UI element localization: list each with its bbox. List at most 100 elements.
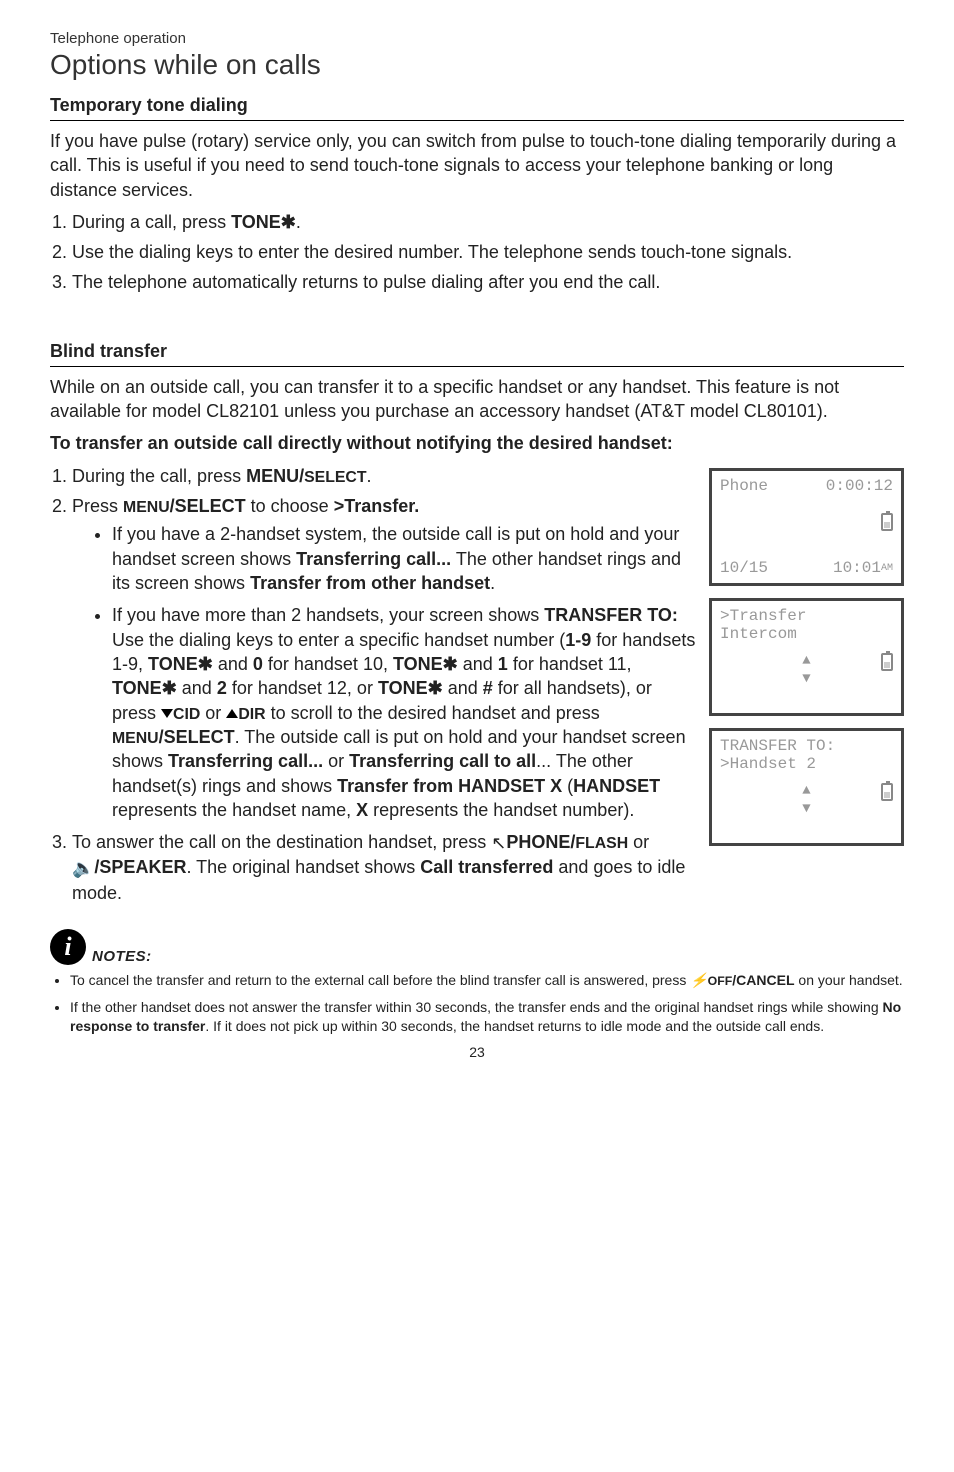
lcd-line1: >Transfer: [720, 607, 893, 625]
text: to choose: [246, 496, 334, 516]
text: If the other handset does not answer the…: [70, 999, 883, 1015]
menu-choice-transfer: >Transfer.: [334, 496, 420, 516]
text: represents the handset name,: [112, 800, 356, 820]
text: .: [490, 573, 495, 593]
screen-transferring: Transferring call...: [296, 549, 451, 569]
text: for handset 11,: [508, 654, 632, 674]
key-hash: #: [483, 678, 493, 698]
key-menu2: MENU: [112, 730, 159, 747]
text: Use the dialing keys to enter a specific…: [112, 630, 565, 650]
updown-icon: ▲▼: [802, 783, 810, 817]
step-bt-3: To answer the call on the destination ha…: [72, 830, 697, 905]
key-select3: /SELECT: [159, 727, 235, 747]
text: to scroll to the desired handset and pre…: [266, 703, 600, 723]
bullet-2hs: If you have a 2-handset system, the outs…: [112, 522, 697, 595]
lcd-line2: Intercom: [720, 625, 893, 643]
text: . The original handset shows: [186, 857, 420, 877]
page-number: 23: [50, 1044, 904, 1060]
placeholder-x: X: [356, 800, 368, 820]
screen-call-transferred: Call transferred: [420, 857, 553, 877]
text: .: [296, 212, 301, 232]
screen-transfer-from: Transfer from other handset: [250, 573, 490, 593]
step-tone-3: The telephone automatically returns to p…: [72, 270, 904, 294]
lcd-line2: >Handset 2: [720, 755, 893, 773]
note-1: To cancel the transfer and return to the…: [70, 971, 904, 990]
text: .: [367, 466, 372, 486]
text: During the call, press: [72, 466, 246, 486]
para-blind-intro: While on an outside call, you can transf…: [50, 375, 904, 424]
star-icon: ✱: [198, 654, 213, 674]
text: for handset 12, or: [227, 678, 378, 698]
battery-icon: [881, 653, 893, 671]
placeholder-handset: HANDSET: [573, 776, 660, 796]
battery-icon: [881, 783, 893, 801]
keys-1-9: 1-9: [565, 630, 591, 650]
lcd-label: Phone: [720, 477, 768, 495]
subhead-transfer-direct: To transfer an outside call directly wit…: [50, 431, 904, 455]
lcd-time: 10:01: [833, 559, 881, 577]
step-tone-1: During a call, press TONE✱.: [72, 210, 904, 234]
text: and: [213, 654, 253, 674]
hangup-icon: ⚡: [690, 972, 707, 988]
key-tone3: TONE: [393, 654, 443, 674]
key-off: OFF: [708, 974, 733, 988]
text: To answer the call on the destination ha…: [72, 832, 491, 852]
up-arrow-icon: [226, 709, 238, 718]
lcd-line1: TRANSFER TO:: [720, 737, 893, 755]
battery-icon: [881, 513, 893, 531]
key-select: SELECT: [304, 469, 366, 486]
heading-temporary-tone: Temporary tone dialing: [50, 95, 904, 121]
notes-label: NOTES:: [92, 948, 152, 965]
key-0: 0: [253, 654, 263, 674]
info-icon: i: [50, 929, 86, 965]
key-tone4: TONE: [112, 678, 162, 698]
page-title: Options while on calls: [50, 49, 904, 81]
text: represents the handset number).: [368, 800, 634, 820]
lcd-ampm: AM: [881, 563, 893, 574]
key-cid: CID: [173, 706, 200, 723]
screen-transferring2: Transferring call...: [168, 751, 323, 771]
key-cancel: /CANCEL: [732, 972, 794, 988]
text: Press: [72, 496, 123, 516]
lcd-timer: 0:00:12: [826, 477, 893, 495]
key-tone2: TONE: [148, 654, 198, 674]
updown-icon: ▲▼: [802, 653, 810, 687]
star-icon: ✱: [428, 678, 443, 698]
heading-blind-transfer: Blind transfer: [50, 341, 904, 367]
speaker-icon: 🔈: [72, 858, 94, 878]
step-tone-2: Use the dialing keys to enter the desire…: [72, 240, 904, 264]
text: and: [458, 654, 498, 674]
key-1: 1: [498, 654, 508, 674]
text: or: [323, 751, 349, 771]
screen-transfer-all: Transferring call to all: [349, 751, 536, 771]
para-tone-intro: If you have pulse (rotary) service only,…: [50, 129, 904, 202]
text: or: [628, 832, 649, 852]
star-icon: ✱: [281, 212, 296, 232]
screen-transfer-to: TRANSFER TO:: [544, 605, 678, 625]
phone-icon: ↖: [491, 833, 506, 853]
section-supertitle: Telephone operation: [50, 30, 904, 47]
key-tone5: TONE: [378, 678, 428, 698]
lcd-screen-3: TRANSFER TO: >Handset 2 ▲▼: [709, 728, 904, 846]
text: (: [562, 776, 573, 796]
text: for handset 10,: [263, 654, 393, 674]
text: and: [443, 678, 483, 698]
lcd-screen-2: >Transfer Intercom ▲▼: [709, 598, 904, 716]
text: During a call, press: [72, 212, 231, 232]
star-icon: ✱: [162, 678, 177, 698]
text: If you have more than 2 handsets, your s…: [112, 605, 544, 625]
key-menu-sc: MENU: [123, 499, 170, 516]
key-select2: /SELECT: [170, 496, 246, 516]
text: or: [200, 703, 226, 723]
key-tone: TONE: [231, 212, 281, 232]
key-speaker: /SPEAKER: [94, 857, 186, 877]
text: and: [177, 678, 217, 698]
step-bt-2: Press MENU/SELECT to choose >Transfer. I…: [72, 494, 697, 822]
step-bt-1: During the call, press MENU/SELECT.: [72, 464, 697, 488]
down-arrow-icon: [161, 709, 173, 718]
text: on your handset.: [795, 972, 903, 988]
key-flash: FLASH: [575, 835, 628, 852]
key-2: 2: [217, 678, 227, 698]
lcd-date: 10/15: [720, 559, 768, 577]
lcd-screen-1: Phone 0:00:12 10/15 10:01AM: [709, 468, 904, 586]
